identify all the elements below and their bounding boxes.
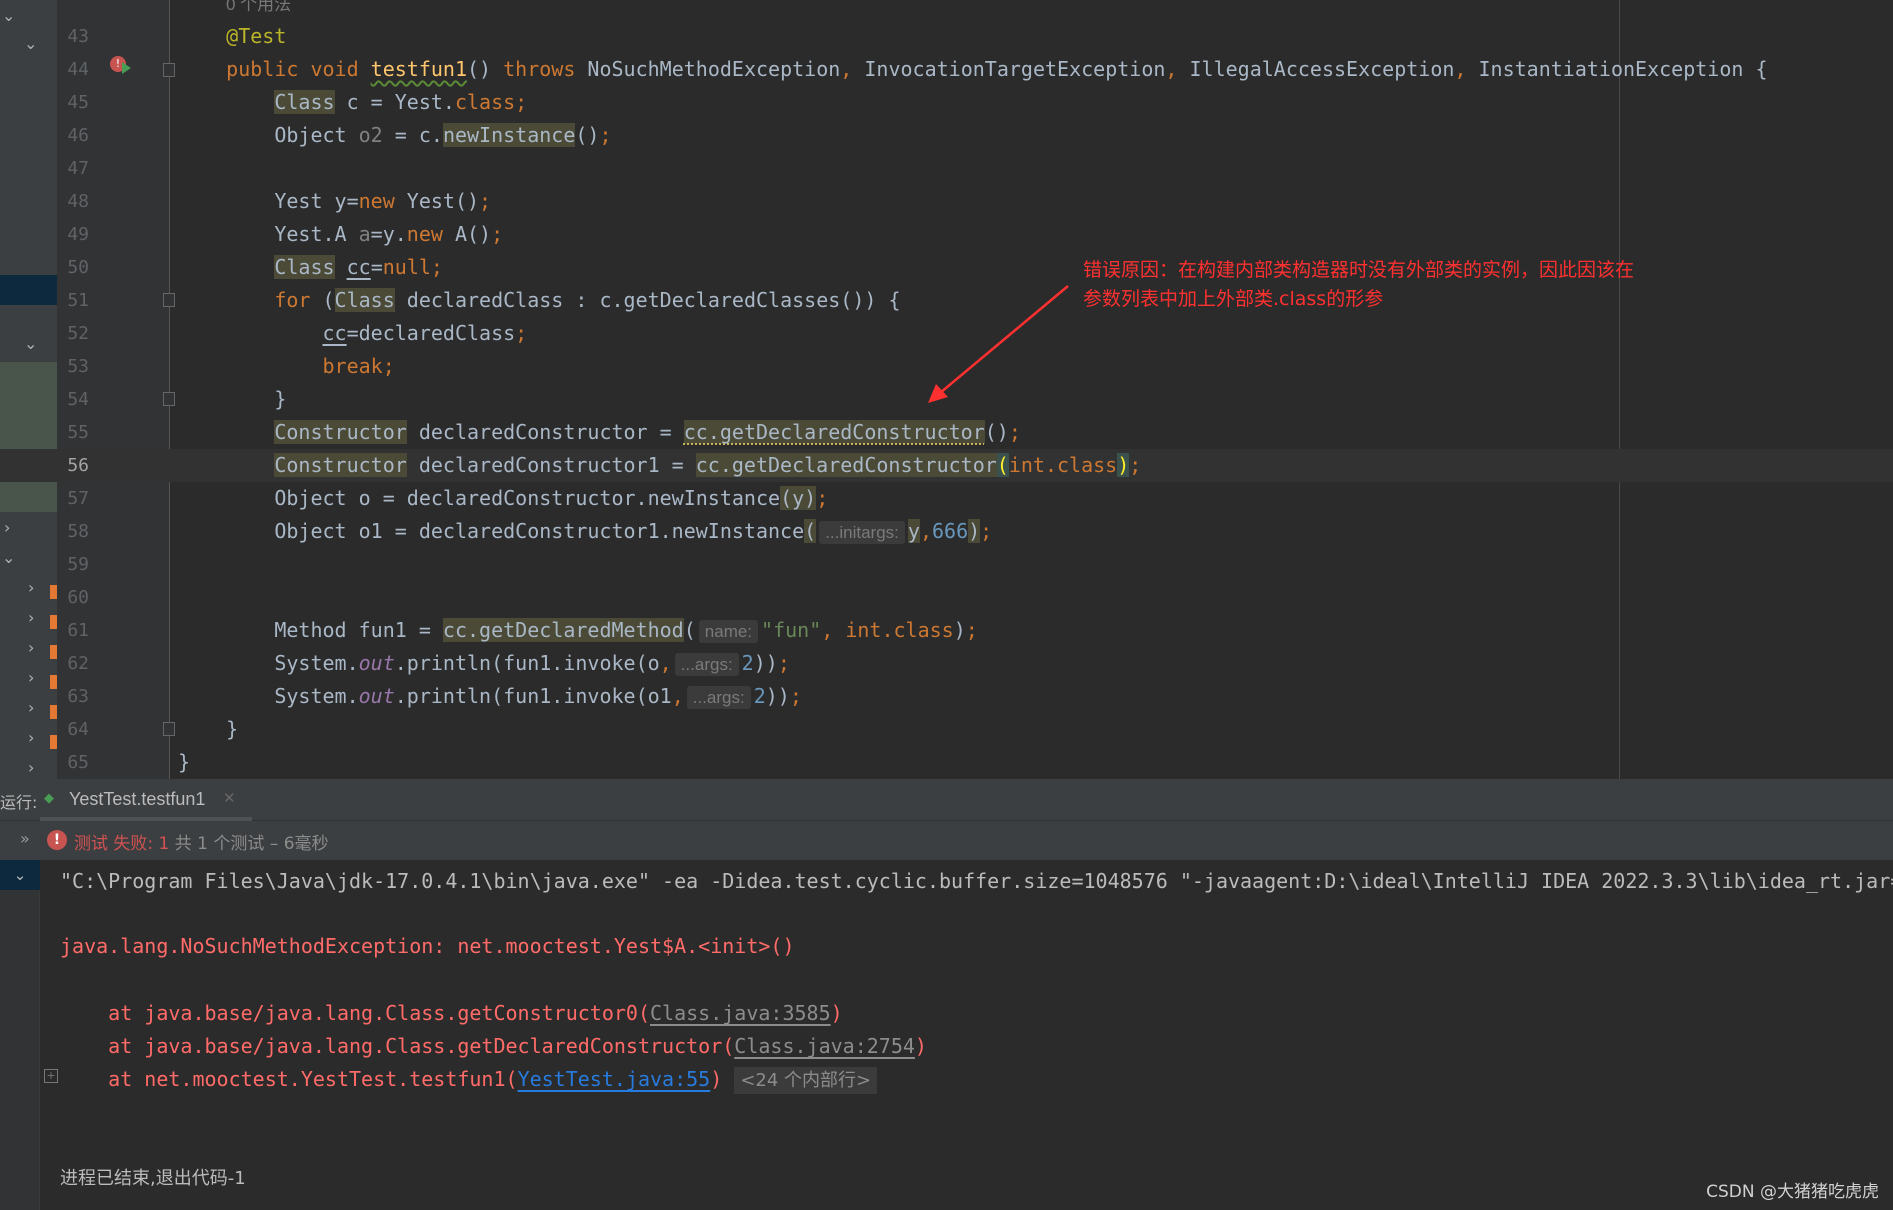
stack-frame: at java.base/java.lang.Class.getConstruc…: [60, 997, 843, 1030]
test-status-bar: » ! 测试 失败: 1 共 1 个测试 – 6毫秒: [0, 821, 1893, 860]
stack-frame-text: ): [914, 1034, 927, 1058]
folded-lines-toggle[interactable]: <24 个内部行>: [734, 1067, 878, 1094]
stack-frame-text: at java.base/java.lang.Class.getDeclared…: [60, 1034, 735, 1058]
stack-frame-text: ): [830, 1001, 843, 1025]
tab-label: YestTest.testfun1: [69, 789, 206, 809]
console-exception: java.lang.NoSuchMethodException: net.moo…: [60, 934, 795, 958]
console-exit-message: 进程已结束,退出代码-1: [60, 1168, 246, 1189]
stack-frame: at net.mooctest.YestTest.testfun1(YestTe…: [60, 1063, 878, 1097]
stack-frame-text: ): [710, 1067, 723, 1091]
expand-folded-icon[interactable]: +: [44, 1069, 58, 1083]
error-icon: !: [47, 830, 67, 850]
run-panel: 运行: ◆ YestTest.testfun1 ✕ » ! 测试 失败: 1 共…: [0, 779, 1893, 1210]
console-command: "C:\Program Files\Java\jdk-17.0.4.1\bin\…: [60, 869, 1893, 893]
test-config-icon: ◆: [44, 791, 54, 806]
status-summary: 共 1 个测试 – 6毫秒: [174, 834, 329, 854]
status-fail: 测试 失败: 1: [74, 834, 170, 854]
arrow-shaft: [939, 285, 1069, 394]
stack-frame: at java.base/java.lang.Class.getDeclared…: [60, 1030, 927, 1063]
arrow-head: [928, 384, 948, 403]
console-gutter: ⌄: [0, 860, 40, 1210]
expand-icon[interactable]: »: [20, 829, 30, 848]
run-tab-bar: 运行: ◆ YestTest.testfun1 ✕: [0, 779, 1893, 821]
source-link[interactable]: YestTest.java:55: [518, 1067, 711, 1091]
stack-frame-text: at net.mooctest.YestTest.testfun1(: [60, 1067, 518, 1091]
source-link[interactable]: Class.java:3585: [650, 1001, 831, 1025]
run-label: 运行:: [0, 793, 38, 812]
close-icon[interactable]: ✕: [223, 789, 236, 807]
stack-frame-text: at java.base/java.lang.Class.getConstruc…: [60, 1001, 651, 1025]
chevron-down-icon[interactable]: ⌄: [0, 860, 40, 890]
source-link[interactable]: Class.java:2754: [734, 1034, 915, 1058]
tab-yesttest-testfun1[interactable]: ◆ YestTest.testfun1 ✕: [40, 779, 252, 821]
watermark: CSDN @大猪猪吃虎虎: [1706, 1182, 1879, 1202]
annotation-arrow: [928, 285, 1069, 403]
test-status: 测试 失败: 1 共 1 个测试 – 6毫秒: [74, 829, 329, 854]
